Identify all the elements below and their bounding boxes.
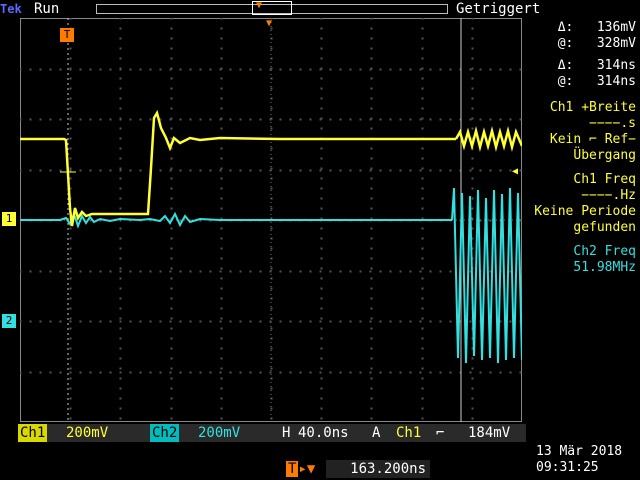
measurement-1-title: Ch1 +Breite bbox=[549, 100, 636, 115]
waveform-display[interactable] bbox=[20, 18, 522, 422]
ch2-label[interactable]: Ch2 bbox=[150, 424, 180, 442]
trigger-offset-icon: T ▸▼ bbox=[286, 461, 316, 477]
measurement-1-note: Kein ⌐ Ref− Übergang bbox=[549, 132, 636, 163]
ch2-ground-marker[interactable]: 2 bbox=[2, 314, 16, 328]
trigger-level-marker-icon[interactable]: ◀ bbox=[512, 166, 518, 177]
trigger-position-marker-icon: ▼ bbox=[256, 0, 263, 11]
ch1-scale[interactable]: 200mV bbox=[66, 424, 108, 442]
cursor-time-delta: Δ: 314ns bbox=[557, 58, 636, 73]
cursor-time-at: @: 314ns bbox=[557, 74, 636, 89]
trigger-slope-icon: ⌐ bbox=[436, 425, 445, 441]
cursor-voltage-delta: Δ: 136mV bbox=[557, 20, 636, 35]
ch1-label[interactable]: Ch1 bbox=[18, 424, 48, 442]
trigger-offset-value[interactable]: 163.200ns bbox=[326, 460, 430, 478]
ch2-scale[interactable]: 200mV bbox=[198, 424, 240, 442]
cursor-voltage-at: @: 328mV bbox=[557, 36, 636, 51]
time: 09:31:25 bbox=[536, 460, 599, 475]
center-time-marker-icon: ▼ bbox=[266, 18, 273, 29]
trigger-point-marker[interactable]: T bbox=[60, 28, 74, 42]
trigger-source[interactable]: Ch1 bbox=[396, 424, 421, 442]
measurement-2-note: Keine Periode gefunden bbox=[534, 204, 636, 235]
trigger-status: Getriggert bbox=[456, 1, 541, 17]
run-status: Run bbox=[34, 1, 60, 17]
measurement-3-title: Ch2 Freq bbox=[573, 244, 636, 259]
measurement-1-value: −−−−.s bbox=[589, 116, 636, 131]
measurement-2-title: Ch1 Freq bbox=[573, 172, 636, 187]
tektronix-logo: Tek bbox=[0, 2, 22, 16]
ch1-ground-marker[interactable]: 1 bbox=[2, 212, 16, 226]
date: 13 Mär 2018 bbox=[536, 444, 623, 459]
measurement-2-value: −−−−.Hz bbox=[581, 188, 636, 203]
horizontal-label: H bbox=[282, 425, 291, 441]
trigger-level[interactable]: 184mV bbox=[468, 424, 510, 442]
measurement-3-value: 51.98MHz bbox=[573, 260, 636, 275]
trigger-mode: A bbox=[372, 425, 381, 441]
horizontal-scale[interactable]: 40.0ns bbox=[298, 424, 349, 442]
